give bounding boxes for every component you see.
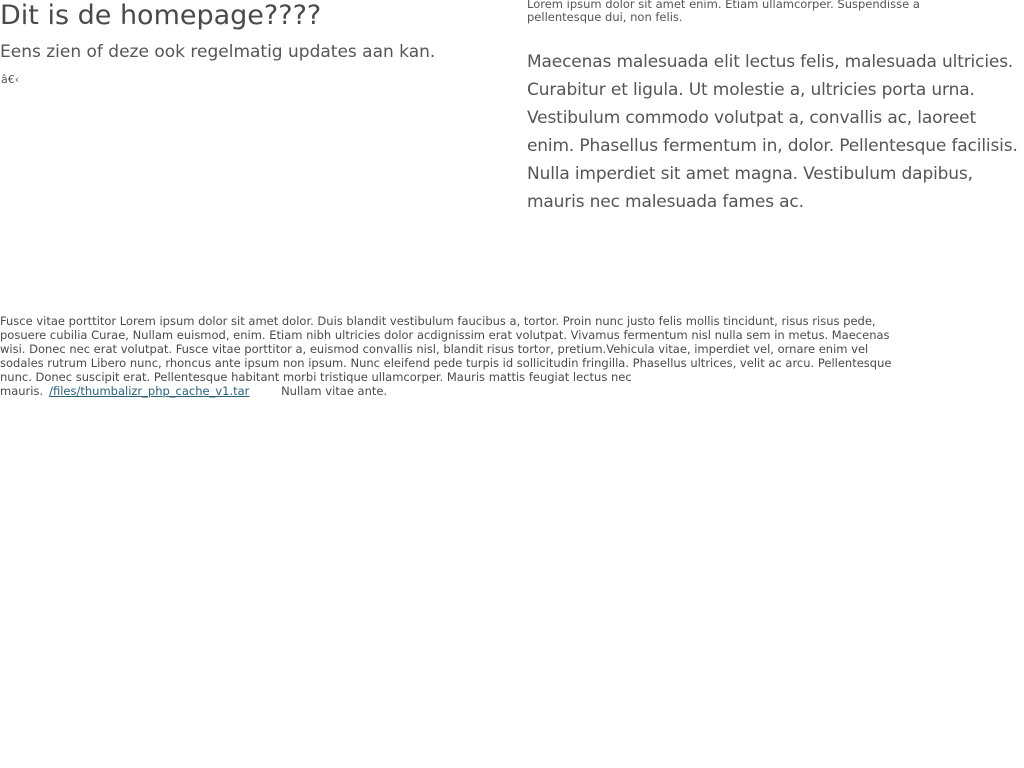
body-text-after-link: Nullam vitae ante. [277,384,388,398]
page-title: Dit is de homepage???? [0,0,322,31]
file-download-link[interactable]: /files/thumbalizr_php_cache_v1.tar [49,384,277,398]
page-subtitle: Eens zien of deze ook regelmatig updates… [0,42,436,62]
intro-small-paragraph: Lorem ipsum dolor sit amet enim. Etiam u… [527,0,920,24]
body-paragraph: Fusce vitae porttitor Lorem ipsum dolor … [0,314,905,398]
sidebar-column: Lorem ipsum dolor sit amet enim. Etiam u… [527,0,1018,216]
intro-large-paragraph: Maecenas malesuada elit lectus felis, ma… [527,52,1018,212]
main-header: Dit is de homepage???? Eens zien of deze… [0,0,500,87]
encoding-glyph-text: â€‹ [1,73,20,86]
